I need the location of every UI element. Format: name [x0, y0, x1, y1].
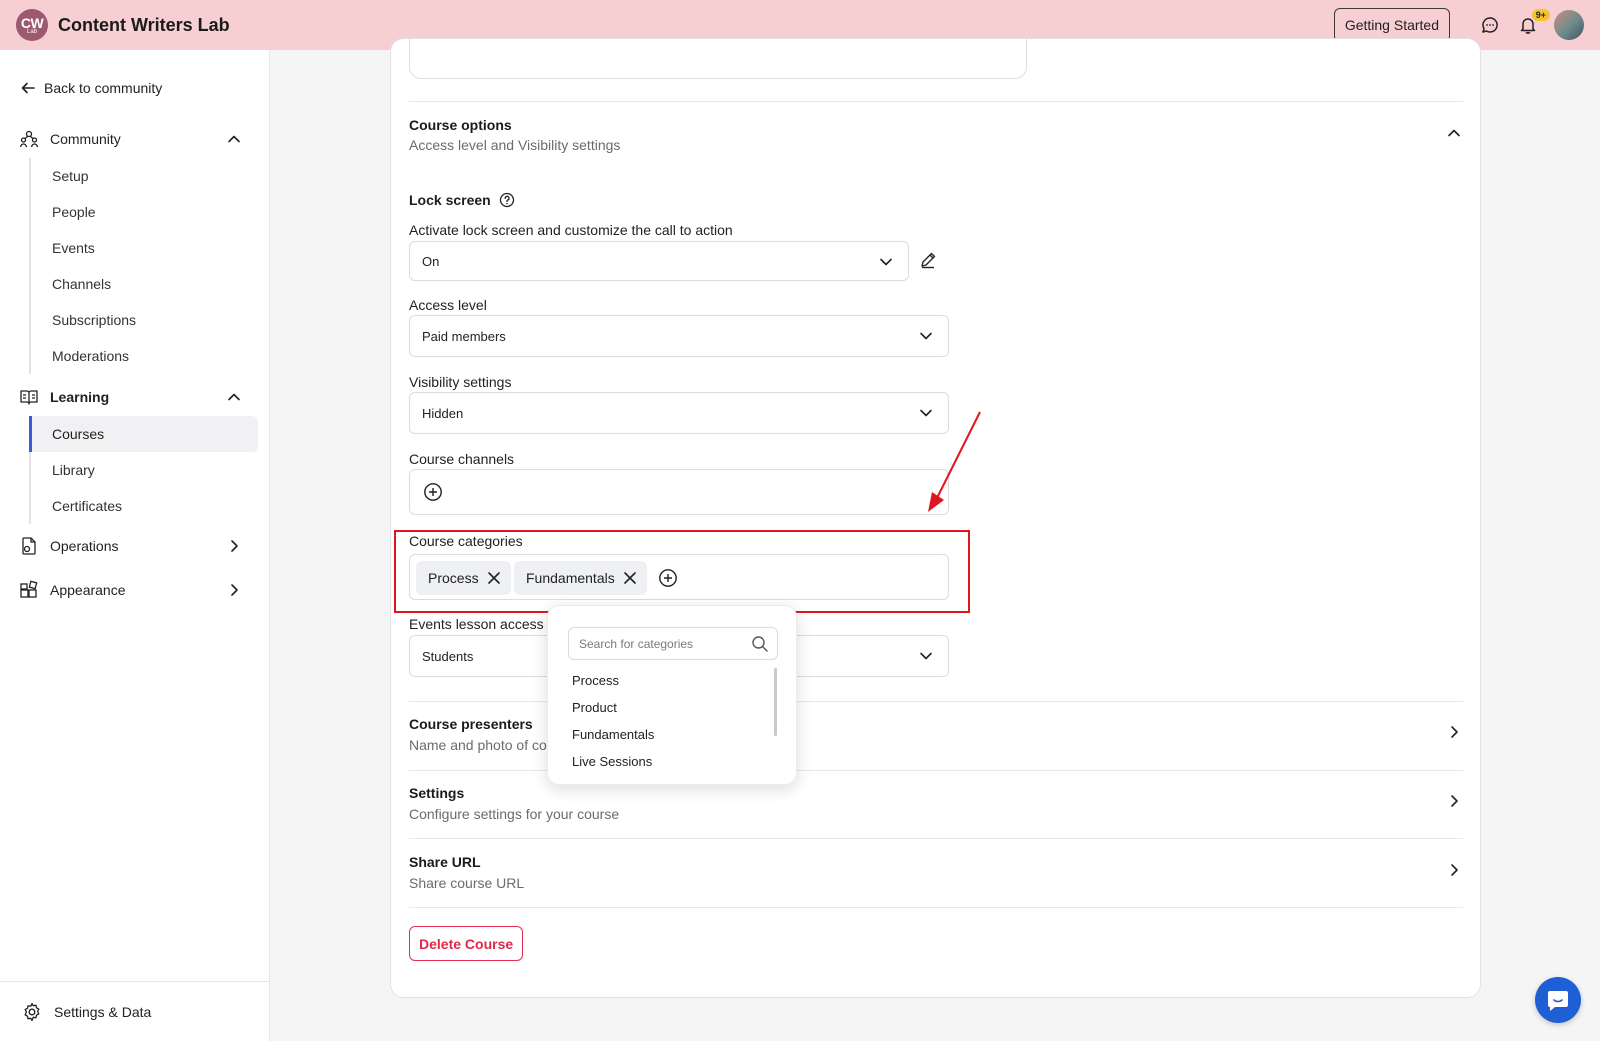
sidebar-section-label: Learning	[50, 389, 110, 405]
settings-and-data-label: Settings & Data	[54, 1003, 152, 1020]
sidebar-item-library[interactable]: Library	[31, 452, 260, 488]
chevron-right-icon	[1451, 795, 1458, 807]
chevron-down-icon	[920, 332, 932, 340]
course-channels-field	[409, 469, 949, 515]
user-avatar[interactable]	[1554, 10, 1584, 40]
sidebar-section-label: Operations	[50, 538, 119, 554]
settings-title: Settings	[409, 785, 465, 801]
book-icon	[18, 387, 40, 407]
course-presenters-subtitle: Name and photo of co	[409, 737, 547, 753]
operations-icon	[18, 536, 40, 556]
previous-field-box	[409, 37, 1027, 79]
sidebar-item-channels[interactable]: Channels	[31, 266, 260, 302]
sidebar-section-operations[interactable]: Operations	[18, 530, 258, 562]
help-circle-icon	[499, 192, 514, 208]
sidebar-section-learning[interactable]: Learning	[18, 381, 258, 413]
sidebar-section-label: Community	[50, 131, 121, 147]
share-url-title: Share URL	[409, 854, 481, 870]
arrow-left-icon	[21, 82, 35, 94]
lock-screen-title: Lock screen	[409, 192, 515, 208]
settings-and-data-link[interactable]: Settings & Data	[0, 981, 269, 1041]
category-option[interactable]: Fundamentals	[572, 721, 772, 748]
gear-icon	[24, 1002, 40, 1021]
chevron-right-icon	[231, 540, 238, 552]
chevron-up-icon	[1448, 129, 1460, 137]
chevron-up-icon	[228, 135, 240, 143]
course-options-subtitle: Access level and Visibility settings	[409, 137, 621, 153]
sidebar-item-people[interactable]: People	[31, 194, 260, 230]
sidebar-item-certificates[interactable]: Certificates	[31, 488, 260, 524]
sidebar-section-community[interactable]: Community	[18, 123, 258, 155]
category-option[interactable]: Product	[572, 694, 772, 721]
lock-screen-title-label: Lock screen	[409, 192, 491, 208]
getting-started-button[interactable]: Getting Started	[1333, 8, 1450, 42]
notifications-bell-icon[interactable]: 9+	[1510, 7, 1550, 43]
appearance-icon	[18, 580, 40, 600]
app-title: Content Writers Lab	[58, 14, 230, 35]
category-search-input[interactable]: Search for categories	[568, 627, 778, 660]
category-list-scrollbar[interactable]	[774, 668, 777, 736]
annotation-highlight-box	[394, 530, 970, 613]
course-channels-label: Course channels	[409, 451, 515, 467]
course-options-title: Course options	[409, 117, 512, 133]
chevron-right-icon	[1451, 726, 1458, 738]
visibility-value: Hidden	[422, 405, 464, 421]
sidebar: Back to community Community Setup People…	[0, 50, 270, 1041]
category-search-placeholder: Search for categories	[579, 636, 694, 651]
back-link-label: Back to community	[44, 80, 163, 96]
divider	[409, 907, 1463, 908]
lock-screen-label: Activate lock screen and customize the c…	[409, 222, 733, 238]
divider	[409, 838, 1463, 839]
sidebar-item-courses[interactable]: Courses	[29, 416, 258, 452]
visibility-label: Visibility settings	[409, 374, 512, 390]
chevron-down-icon	[880, 258, 892, 266]
chevron-right-icon	[1451, 864, 1458, 876]
sidebar-item-subscriptions[interactable]: Subscriptions	[31, 302, 260, 338]
notification-badge: 9+	[1531, 9, 1550, 21]
sidebar-section-appearance[interactable]: Appearance	[18, 574, 258, 606]
share-url-subtitle: Share course URL	[409, 875, 525, 891]
sidebar-item-events[interactable]: Events	[31, 230, 260, 266]
sidebar-item-moderations[interactable]: Moderations	[31, 338, 260, 374]
logo-text: CW	[20, 14, 44, 31]
add-channel-plus-icon[interactable]	[423, 482, 443, 502]
chat-bubble-icon	[1548, 991, 1568, 1011]
divider	[409, 101, 1463, 102]
sidebar-item-setup[interactable]: Setup	[31, 158, 260, 194]
messages-icon[interactable]	[1472, 7, 1508, 43]
category-option[interactable]: Process	[572, 667, 772, 694]
chat-support-button[interactable]	[1535, 977, 1581, 1023]
events-lesson-access-value: Students	[422, 648, 474, 664]
sidebar-section-label: Appearance	[50, 582, 126, 598]
back-to-community-link[interactable]: Back to community	[20, 80, 162, 96]
learning-subnav: Courses Library Certificates	[29, 416, 260, 524]
access-level-select[interactable]: Paid members	[409, 315, 949, 357]
chevron-up-icon	[228, 393, 240, 401]
lock-screen-select[interactable]: On	[409, 241, 909, 281]
community-logo[interactable]: CW Lab	[16, 9, 48, 41]
community-icon	[18, 129, 40, 149]
course-settings-card: Course options Access level and Visibili…	[390, 37, 1481, 998]
access-level-label: Access level	[409, 297, 487, 313]
delete-course-button[interactable]: Delete Course	[409, 926, 524, 961]
settings-subtitle: Configure settings for your course	[409, 806, 620, 822]
logo-subtext: Lab	[26, 28, 37, 35]
chevron-right-icon	[231, 584, 238, 596]
annotation-arrow	[928, 411, 981, 512]
course-presenters-title: Course presenters	[409, 716, 533, 732]
search-icon	[752, 636, 768, 652]
events-lesson-access-label: Events lesson access	[409, 616, 544, 632]
category-dropdown: Search for categories Process Product Fu…	[547, 605, 797, 785]
lock-screen-value: On	[422, 253, 440, 269]
community-subnav: Setup People Events Channels Subscriptio…	[29, 158, 260, 374]
visibility-select[interactable]: Hidden	[409, 392, 949, 434]
access-level-value: Paid members	[422, 328, 506, 344]
category-option[interactable]: Live Sessions	[572, 748, 772, 769]
category-options-list: Process Product Fundamentals Live Sessio…	[572, 667, 772, 769]
chevron-down-icon	[920, 652, 932, 660]
pencil-edit-icon[interactable]	[919, 251, 937, 269]
